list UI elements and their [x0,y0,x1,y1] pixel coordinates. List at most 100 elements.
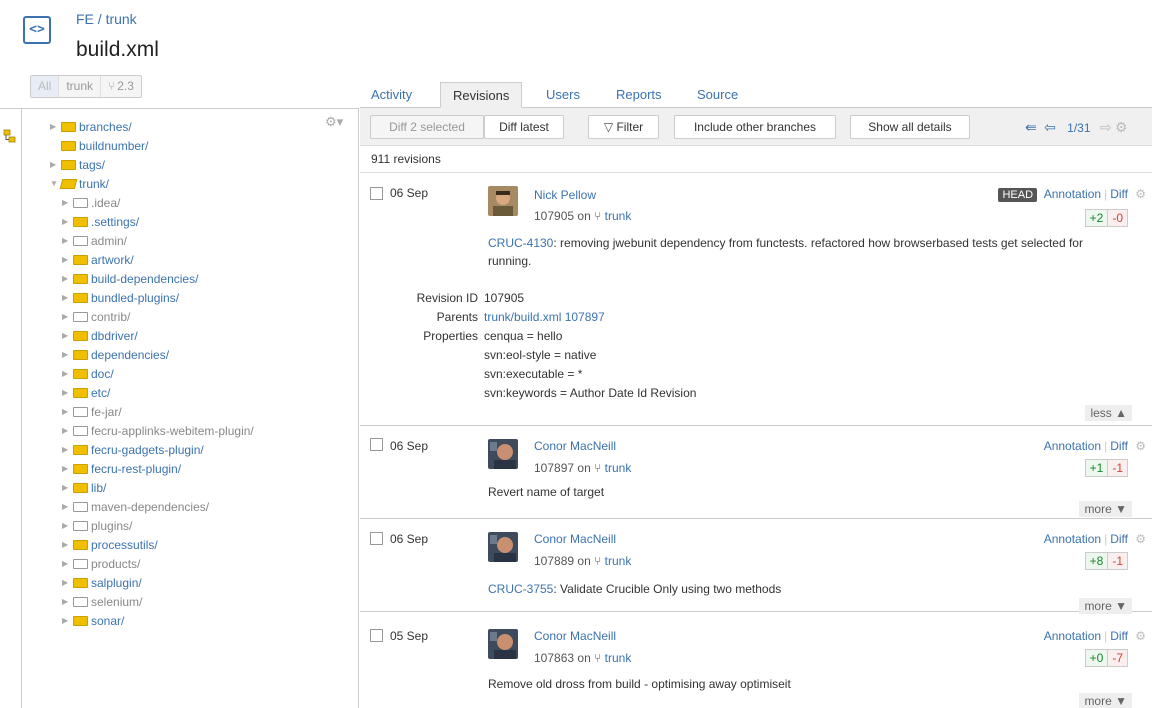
expand-arrow-icon[interactable]: ▶ [62,445,71,454]
tree-item[interactable]: ▶ doc/ [50,364,254,383]
diff-link[interactable]: Diff [1110,187,1128,201]
tab-users[interactable]: Users [546,82,580,108]
tree-item-label[interactable]: fecru-gadgets-plugin/ [91,443,204,457]
annotation-link[interactable]: Annotation [1044,439,1101,453]
revision-gear-icon[interactable]: ⚙ [1135,439,1146,453]
tree-item[interactable]: ▶ processutils/ [50,535,254,554]
tree-item-label[interactable]: fecru-rest-plugin/ [91,462,181,476]
tree-item-label[interactable]: buildnumber/ [79,139,148,153]
revision-branch[interactable]: trunk [605,554,632,568]
revision-checkbox[interactable] [370,532,383,545]
tree-item[interactable]: ▶ fe-jar/ [50,402,254,421]
revision-checkbox[interactable] [370,187,383,200]
breadcrumb-branch[interactable]: trunk [106,11,137,27]
expand-arrow-icon[interactable]: ▶ [62,350,71,359]
revision-branch[interactable]: trunk [605,209,632,223]
revision-author[interactable]: Nick Pellow [534,188,596,202]
diff-selected-button[interactable]: Diff 2 selected [370,115,484,139]
tree-item[interactable]: ▶ tags/ [50,155,254,174]
previous-page-icon[interactable]: ⇦ [1044,119,1056,136]
diff-link[interactable]: Diff [1110,439,1128,453]
revision-number[interactable]: 107889 [534,554,574,568]
tree-item-label[interactable]: selenium/ [91,595,142,609]
breadcrumb-project[interactable]: FE [76,11,94,27]
expand-arrow-icon[interactable]: ▶ [62,578,71,587]
tree-item[interactable]: ▶ dbdriver/ [50,326,254,345]
tab-reports[interactable]: Reports [616,82,662,108]
annotation-link[interactable]: Annotation [1044,187,1101,201]
filter-trunk-button[interactable]: trunk [59,76,102,97]
tree-item[interactable]: ▶ fecru-rest-plugin/ [50,459,254,478]
tree-item[interactable]: ▶ build-dependencies/ [50,269,254,288]
next-page-icon[interactable]: ⇨ [1100,119,1112,136]
expand-arrow-icon[interactable]: ▶ [62,236,71,245]
revision-number[interactable]: 107863 [534,651,574,665]
tree-item-label[interactable]: branches/ [79,120,132,134]
tree-item[interactable]: ▶ plugins/ [50,516,254,535]
expand-arrow-icon[interactable]: ▶ [50,160,59,169]
revision-author[interactable]: Conor MacNeill [534,439,616,453]
tab-revisions[interactable]: Revisions [440,82,523,108]
annotation-link[interactable]: Annotation [1044,532,1101,546]
tree-item[interactable]: ▶ .idea/ [50,193,254,212]
tree-item[interactable]: ▶ products/ [50,554,254,573]
tree-item-label[interactable]: maven-dependencies/ [91,500,209,514]
tree-item-label[interactable]: salplugin/ [91,576,142,590]
tree-item-label[interactable]: bundled-plugins/ [91,291,179,305]
tree-item-label[interactable]: plugins/ [91,519,132,533]
filter-button[interactable]: ▽ Filter [588,115,659,139]
show-all-details-button[interactable]: Show all details [850,115,970,139]
tree-item-label[interactable]: trunk/ [79,177,109,191]
expand-arrow-icon[interactable]: ▶ [62,540,71,549]
tree-item[interactable]: ▶ selenium/ [50,592,254,611]
more-toggle[interactable]: more ▼ [1079,501,1132,517]
tree-settings-gear-icon[interactable]: ⚙▾ [325,114,343,130]
tree-item-label[interactable]: admin/ [91,234,127,248]
revision-number[interactable]: 107897 [534,461,574,475]
less-toggle[interactable]: less ▲ [1085,405,1132,421]
tree-item-label[interactable]: etc/ [91,386,110,400]
tree-item-label[interactable]: doc/ [91,367,114,381]
tree-item[interactable]: buildnumber/ [50,136,254,155]
include-other-branches-button[interactable]: Include other branches [674,115,836,139]
tree-item-label[interactable]: tags/ [79,158,105,172]
tree-item-label[interactable]: products/ [91,557,140,571]
expand-arrow-icon[interactable]: ▶ [62,597,71,606]
last-page-icon[interactable]: ⚙ [1115,119,1128,136]
expand-arrow-icon[interactable]: ▶ [62,407,71,416]
tree-item[interactable]: ▶ artwork/ [50,250,254,269]
expand-arrow-icon[interactable]: ▶ [62,293,71,302]
tree-item-label[interactable]: .idea/ [91,196,120,210]
expand-arrow-icon[interactable]: ▶ [50,122,59,131]
revision-branch[interactable]: trunk [605,461,632,475]
tree-item[interactable]: ▶ contrib/ [50,307,254,326]
expand-arrow-icon[interactable]: ▶ [62,616,71,625]
tree-item[interactable]: ▶ admin/ [50,231,254,250]
tree-item[interactable]: ▶ bundled-plugins/ [50,288,254,307]
tree-item-label[interactable]: .settings/ [91,215,139,229]
annotation-link[interactable]: Annotation [1044,629,1101,643]
more-toggle[interactable]: more ▼ [1079,693,1132,708]
tree-item[interactable]: ▶ maven-dependencies/ [50,497,254,516]
expand-arrow-icon[interactable]: ▶ [62,483,71,492]
tab-activity[interactable]: Activity [371,82,412,108]
tree-item[interactable]: ▶ fecru-gadgets-plugin/ [50,440,254,459]
diff-link[interactable]: Diff [1110,629,1128,643]
tree-item[interactable]: ▶ fecru-applinks-webitem-plugin/ [50,421,254,440]
filter-tag-button[interactable]: ⑂ 2.3 [101,76,141,97]
tree-item-label[interactable]: lib/ [91,481,106,495]
expand-arrow-icon[interactable]: ▶ [62,331,71,340]
tree-item-label[interactable]: fe-jar/ [91,405,122,419]
tree-item[interactable]: ▶ etc/ [50,383,254,402]
expand-arrow-icon[interactable]: ▶ [62,217,71,226]
tree-item-label[interactable]: fecru-applinks-webitem-plugin/ [91,424,254,438]
expand-arrow-icon[interactable]: ▶ [62,312,71,321]
expand-arrow-icon[interactable]: ▶ [62,502,71,511]
expand-arrow-icon[interactable]: ▶ [62,464,71,473]
filter-all-button[interactable]: All [31,76,60,97]
revision-gear-icon[interactable]: ⚙ [1135,187,1146,201]
tree-item-label[interactable]: build-dependencies/ [91,272,198,286]
tree-item-label[interactable]: sonar/ [91,614,124,628]
tree-item[interactable]: ▶ lib/ [50,478,254,497]
revision-gear-icon[interactable]: ⚙ [1135,532,1146,546]
